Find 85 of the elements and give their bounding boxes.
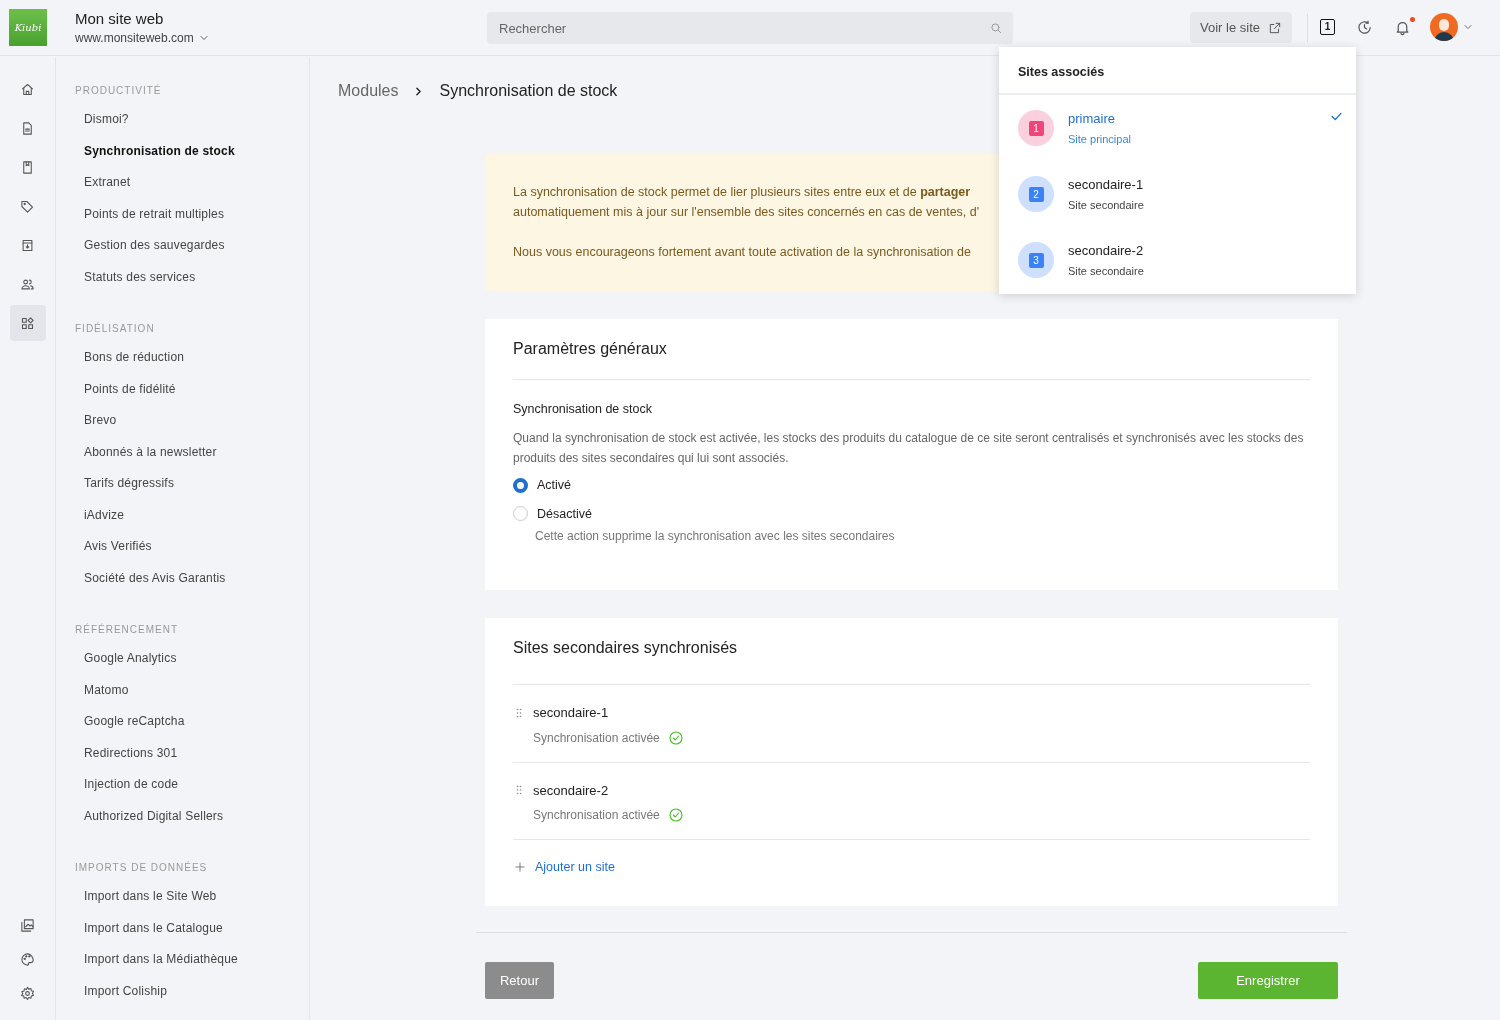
archive-icon [20,237,35,253]
site-name: secondaire-1 [1068,176,1144,194]
site-name: primaire [1068,110,1116,128]
avatar [1430,13,1458,41]
menu-title: Sites associés [999,47,1356,95]
notifications-button[interactable] [1394,17,1416,37]
bookmark-page-icon [20,159,35,175]
sidebar-link[interactable]: Tarifs dégressifs [84,473,309,505]
modules-icon [20,315,35,331]
sidebar-link[interactable]: Matomo [84,679,309,711]
site-menu-item[interactable]: 2 secondaire-1 Site secondaire [999,161,1356,227]
sidebar-link[interactable]: Import dans le Site Web [84,886,309,918]
site-number-badge: 1 [1018,110,1054,146]
sidebar-link[interactable]: Injection de code [84,774,309,806]
notice-text: La synchronisation de stock permet de lier plusieurs sites entre eux et de partager [513,184,971,201]
check-circle-icon [667,729,684,746]
sidebar-link[interactable]: Import dans la Médiathèque [84,949,309,981]
radio-option[interactable]: Désactivé [513,504,1310,524]
sidebar-link[interactable]: Brevo [84,410,309,442]
site-url-dropdown[interactable]: www.monsiteweb.com [75,28,210,47]
settings-icon [20,985,35,1001]
sidebar-link[interactable]: Extranet [84,172,309,204]
sidebar-link[interactable]: Points de retrait multiples [84,203,309,235]
section-heading: IMPORTS DE DONNÉES [75,860,209,875]
breadcrumb-link[interactable]: Modules [338,79,399,103]
sidebar-link[interactable]: Avis Verifiés [84,536,309,568]
site-number-badge: 3 [1018,242,1054,278]
check-circle-icon [667,807,684,823]
option-help-text: Cette action supprime la synchronisation avec les sites secondaires [535,528,896,546]
site-name: secondaire-2 [1068,242,1144,260]
plus-icon [513,860,527,875]
sync-status: Synchronisation activée [533,729,660,747]
section-heading: PRODUCTIVITÉ [75,83,163,98]
tag-icon [20,198,35,214]
sidebar-link[interactable]: Société des Avis Garantis [84,567,309,599]
site-role: Site principal [1068,131,1131,147]
card-title: Paramètres généraux [513,337,1310,380]
sidebar-link[interactable]: Synchronisation de stock [84,140,309,172]
palette-icon [20,951,35,967]
site-role: Site secondaire [1068,263,1144,279]
site-menu-item[interactable]: 1 primaire Site principal [999,95,1356,161]
sidebar-link[interactable]: Authorized Digital Sellers [84,805,309,837]
account-menu[interactable] [1430,13,1474,41]
search-icon [989,21,1003,35]
card-title: Sites secondaires synchronisés [513,636,1310,685]
sidebar-link[interactable]: Import dans le Catalogue [84,917,309,949]
notice-text: automatiquement mis à jour sur l'ensemble des sites concernés en cas de ventes, d' [513,204,980,221]
site-switcher-button[interactable]: 1 [1320,19,1335,35]
sidebar-link[interactable]: iAdvize [84,504,309,536]
site-title: Mon site web [75,8,165,29]
sidebar-link[interactable]: Gestion des sauvegardes [84,235,309,267]
rail-nav-button[interactable] [9,305,46,341]
notice-text: Nous vous encourageons fortement avant toute activation de la synchronisation de [513,244,971,261]
sidebar-link[interactable]: Dismoi? [84,109,309,141]
sidebar-link[interactable]: Points de fidélité [84,378,309,410]
site-role: Site secondaire [1068,197,1144,213]
external-link-icon [1268,20,1282,35]
breadcrumb-current: Synchronisation de stock [439,81,618,101]
search-field[interactable]: Rechercher [487,12,1013,44]
radio-option[interactable]: Activé [513,475,1310,495]
users-icon [20,276,35,292]
image-gallery-icon [20,917,35,933]
section-heading: RÉFÉRENCEMENT [75,622,179,637]
site-name: secondaire-1 [533,704,609,722]
field-label: Synchronisation de stock [513,401,653,418]
site-number-badge: 2 [1018,176,1054,212]
bell-icon [1394,19,1411,36]
sidebar-link[interactable]: Redirections 301 [84,742,309,774]
site-name: secondaire-2 [533,781,609,800]
sidebar-link[interactable]: Abonnés à la newsletter [84,441,309,473]
sidebar-link[interactable]: Google Analytics [84,648,309,680]
field-description: Quand la synchronisation de stock est activée, les stocks des produits du catalogue de ce site seront centralisés et synchronisés avec les stocks des produits des sites secondaires qui lui sont associés. [513,429,1305,467]
site-menu-item[interactable]: 3 secondaire-2 Site secondaire [999,227,1356,293]
sync-status: Synchronisation activée [533,807,660,824]
view-site-button[interactable]: Voir le site [1190,12,1292,43]
sidebar-link[interactable]: Bons de réduction [84,347,309,379]
history-icon[interactable] [1356,19,1373,36]
section-heading: FIDÉLISATION [75,321,156,336]
sidebar-link[interactable]: Statuts des services [84,266,309,298]
add-site-link[interactable]: Ajouter un site [513,858,1310,877]
sidebar-link[interactable]: Import Coliship [84,980,309,1012]
sidebar-link[interactable]: Google reCaptcha [84,711,309,743]
home-icon [20,81,35,97]
document-icon [20,120,35,136]
radio-button[interactable] [513,477,528,493]
